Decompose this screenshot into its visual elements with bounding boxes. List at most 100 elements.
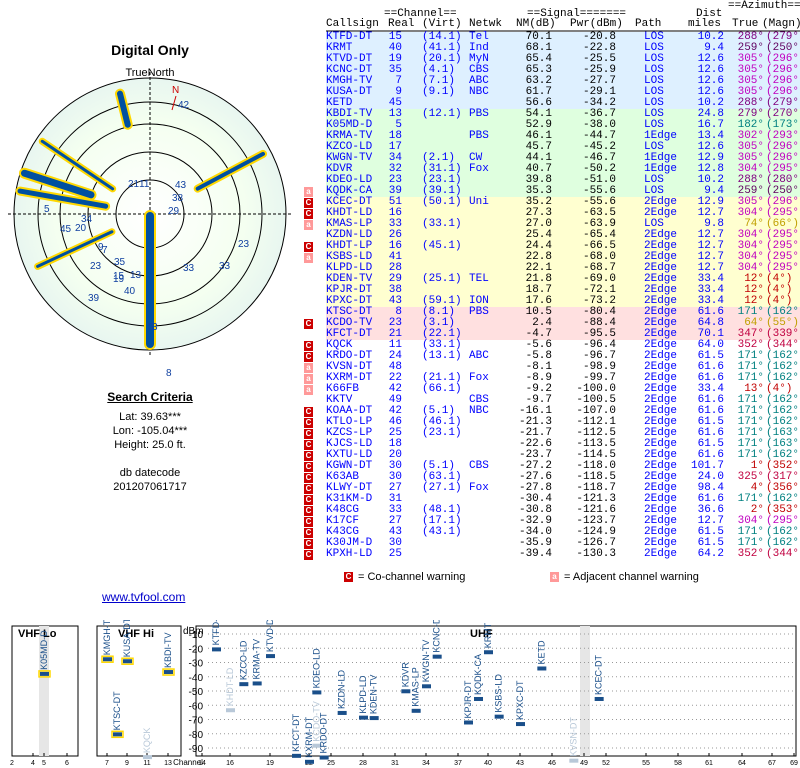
x-tick-label: 52: [602, 760, 610, 767]
signal-mark-label: KRMA-TV: [252, 639, 262, 680]
cell-callsign: KPXH-LD: [326, 548, 373, 560]
signal-mark: [143, 755, 152, 760]
magnetic-north-marker: N: [172, 85, 179, 96]
signal-mark: [411, 708, 421, 713]
dbm-axis-label: dBm: [183, 626, 204, 637]
x-tick-label: 13: [164, 760, 172, 767]
netwk-header: Netwk: [469, 18, 503, 30]
cell-netwk: Fox: [469, 482, 489, 494]
signal-mark: [432, 654, 442, 659]
signal-mark-label: KHDT-LD: [225, 667, 235, 706]
signal-mark-label: KCEC-DT: [594, 654, 604, 695]
cell-netwk: PBS: [469, 130, 489, 142]
signal-mark-label: KTVD-DT: [265, 620, 275, 652]
signal-mark: [569, 758, 579, 763]
miles-header: miles: [688, 18, 722, 30]
callsign-header: Callsign: [326, 18, 379, 30]
polar-channel-label: 3: [152, 322, 158, 333]
polar-plot: TrueNorthN4221 11 433829533433157193520913…: [8, 67, 292, 379]
co-channel-warning-icon: C: [304, 407, 313, 417]
polar-channel-label: 43: [175, 180, 187, 191]
x-tick-label: 49: [580, 760, 588, 767]
spectrum-chart: -10-20-30-40-50-60-70-80-90dBmVHF Lo VHF …: [10, 620, 798, 767]
co-channel-warning-icon: C: [304, 462, 313, 472]
x-tick-label: 11: [143, 760, 150, 767]
pwr-header: Pwr(dBm): [570, 18, 623, 30]
polar-channel-label: 11: [139, 179, 150, 190]
co-channel-warning-icon: C: [304, 506, 313, 516]
adjacent-channel-warning-icon: a: [550, 572, 559, 582]
signal-mark: [266, 654, 275, 659]
co-channel-warning-icon: C: [304, 319, 313, 329]
signal-mark-label: KZDN-LD: [337, 669, 347, 709]
signal-mark: [369, 716, 379, 721]
cell-virt: (45.1): [422, 240, 462, 252]
signal-mark: [103, 657, 112, 662]
co-channel-warning-icon: C: [304, 352, 313, 362]
cell-netwk: PBS: [469, 108, 489, 120]
cell-path: 2Edge: [644, 548, 678, 560]
signal-mark-label: KRMT: [483, 622, 493, 648]
polar-channel-label: 45: [60, 224, 72, 235]
signal-mark: [123, 659, 132, 664]
cell-netwk: PBS: [469, 306, 489, 318]
x-tick-label: 28: [359, 760, 367, 767]
co-channel-warning-icon: C: [304, 209, 313, 219]
cell-netwk: NBC: [469, 86, 489, 98]
x-tick-label: 58: [674, 760, 682, 767]
cell-pwr: -130.3: [576, 548, 616, 560]
signal-mark: [312, 690, 322, 695]
signal-mark-label: KUSA-DT: [122, 620, 132, 657]
signal-mark: [337, 710, 347, 715]
cell-virt: (66.1): [422, 383, 462, 395]
search-criteria: Search Criteria Lat: 39.63*** Lon: -105.…: [60, 390, 240, 494]
signal-mark-label: KDEO-LD: [311, 648, 321, 689]
signal-mark-label: KTFD-DT: [211, 620, 221, 645]
co-channel-warning-icon: C: [304, 429, 313, 439]
polar-channel-label: 42: [178, 100, 190, 111]
x-tick-label: 2: [10, 760, 14, 767]
signal-mark: [474, 696, 483, 701]
x-tick-label: 64: [738, 760, 746, 767]
signal-mark: [401, 689, 411, 694]
signal-mark: [292, 753, 301, 758]
x-tick-label: 43: [516, 760, 524, 767]
polar-channel-label: 29: [168, 206, 180, 217]
y-tick-label: -90: [189, 744, 204, 755]
adjacent-channel-warning-icon: a: [304, 374, 313, 384]
x-tick-label: 16: [226, 760, 234, 767]
legend: C = Co-channel warning a = Adjacent chan…: [300, 571, 800, 585]
true-north-label: TrueNorth: [125, 67, 174, 79]
x-tick-label: 7: [105, 760, 109, 767]
cell-magn: (344°): [766, 548, 800, 560]
signal-mark-label: KQCK: [142, 728, 152, 754]
signal-mark-label: KRDO-DT: [319, 712, 329, 753]
signal-mark: [484, 650, 493, 655]
signal-mark-label: KMAS-LP: [411, 667, 421, 707]
signal-mark-label: KBDI-TV: [163, 633, 173, 669]
co-channel-warning-icon: C: [344, 572, 353, 582]
cell-virt: (43.1): [422, 526, 462, 538]
y-tick-label: -30: [189, 659, 204, 670]
x-tick-label: 4: [31, 760, 35, 767]
signal-mark-label: KPXC-DT: [515, 680, 525, 720]
cell-true: 352°: [737, 548, 764, 560]
signal-mark: [40, 671, 49, 676]
path-header: Path: [635, 18, 662, 30]
tvfool-link[interactable]: www.tvfool.com: [102, 590, 185, 604]
co-channel-warning-icon: C: [304, 418, 313, 428]
x-tick-label: 25: [327, 760, 335, 767]
polar-channel-label: 21: [128, 179, 140, 190]
signal-mark: [594, 696, 604, 701]
db-datecode-label: db datecode: [119, 467, 181, 479]
y-tick-label: -20: [189, 644, 204, 655]
station-table: KTFD-DT 15 (14.1) Tel 70.1 -20.8 LOS 10.2 288° (2…: [326, 32, 800, 560]
co-channel-warning-icon: C: [304, 550, 313, 560]
x-tick-label: 9: [125, 760, 129, 767]
signal-mark-label: KCNC-DT: [432, 620, 442, 653]
x-tick-label: 55: [642, 760, 650, 767]
signal-mark-label: KLPD-LD: [358, 675, 368, 714]
signal-mark-label: KWGN-TV: [421, 640, 431, 683]
co-channel-legend-label: = Co-channel warning: [358, 571, 466, 583]
signal-mark: [537, 666, 547, 671]
